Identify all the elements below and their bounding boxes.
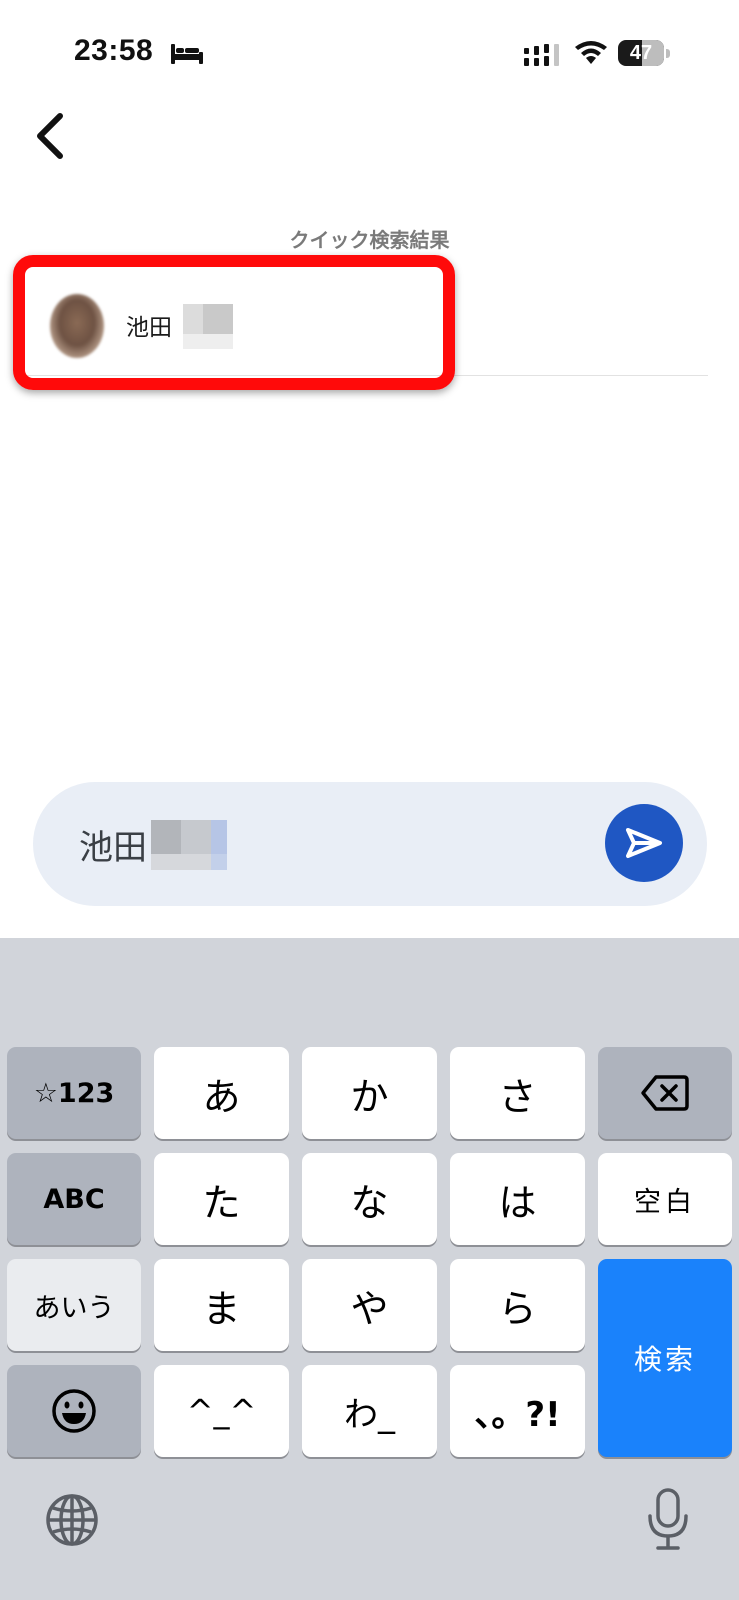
send-button[interactable]: [605, 804, 683, 882]
key-sa[interactable]: さ: [450, 1047, 585, 1139]
search-key[interactable]: 検索: [598, 1259, 732, 1457]
battery-level: 47: [629, 42, 653, 64]
key-ha[interactable]: は: [450, 1153, 585, 1245]
backspace-key[interactable]: [598, 1047, 732, 1139]
key-abc[interactable]: ABC: [7, 1153, 141, 1245]
key-ma[interactable]: ま: [154, 1259, 289, 1351]
battery-icon: 47: [618, 40, 670, 66]
key-kaomoji[interactable]: ^_^: [154, 1365, 289, 1457]
key-ta[interactable]: た: [154, 1153, 289, 1245]
key-symbols-numbers[interactable]: ☆123: [7, 1047, 141, 1139]
results-section-title: クイック検索結果: [289, 228, 450, 252]
cellular-signal-icon: [524, 44, 559, 66]
wifi-icon: [575, 41, 607, 64]
chevron-left-icon: [37, 113, 63, 159]
search-bar[interactable]: 池田: [33, 782, 707, 906]
backspace-icon: [641, 1075, 689, 1111]
key-wa[interactable]: わ_: [302, 1365, 437, 1457]
microphone-icon[interactable]: [646, 1488, 690, 1552]
highlight-annotation: [13, 255, 455, 390]
emoji-key[interactable]: [7, 1365, 141, 1457]
key-a[interactable]: あ: [154, 1047, 289, 1139]
space-key[interactable]: 空白: [598, 1153, 732, 1245]
key-hiragana-mode[interactable]: あいう: [7, 1259, 141, 1351]
back-button[interactable]: [22, 104, 78, 168]
bed-icon: [171, 44, 203, 64]
status-bar: 23:58 47: [0, 0, 739, 100]
key-ra[interactable]: ら: [450, 1259, 585, 1351]
key-na[interactable]: な: [302, 1153, 437, 1245]
send-icon: [626, 828, 662, 858]
key-ya[interactable]: や: [302, 1259, 437, 1351]
key-ka[interactable]: か: [302, 1047, 437, 1139]
search-input[interactable]: 池田: [79, 820, 147, 869]
key-punctuation[interactable]: 、。?!: [450, 1365, 585, 1457]
emoji-icon: [52, 1389, 96, 1433]
globe-icon[interactable]: [44, 1492, 100, 1548]
status-time: 23:58: [74, 34, 154, 67]
